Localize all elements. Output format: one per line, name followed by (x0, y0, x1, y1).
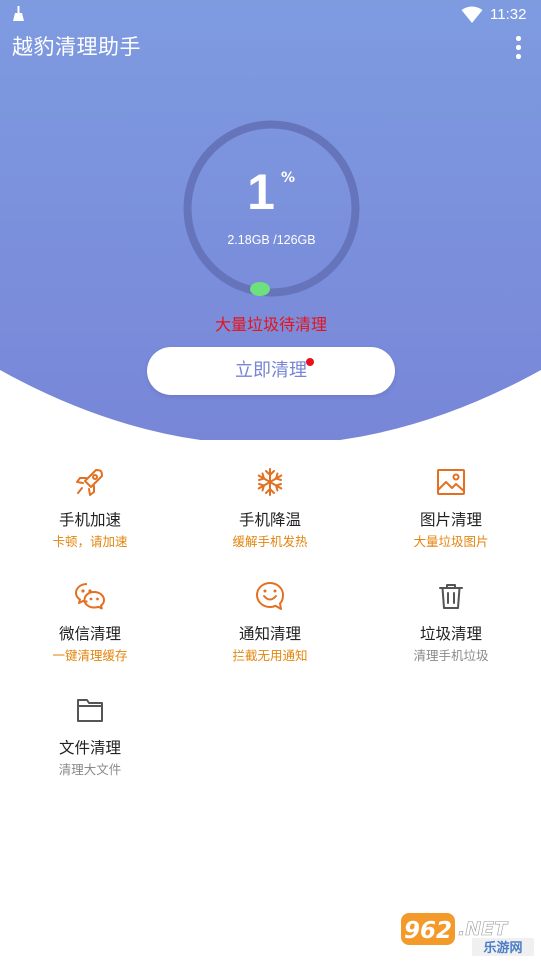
feature-name: 手机降温 (238, 511, 301, 529)
image-icon (437, 469, 465, 495)
ring-progress-indicator (250, 282, 270, 296)
svg-text:乐游网: 乐游网 (483, 940, 522, 956)
svg-text:962: 962 (404, 918, 452, 944)
wechat-icon (75, 583, 105, 610)
feature-name: 文件清理 (58, 739, 121, 757)
wifi-icon (461, 6, 483, 23)
storage-usage-text: 2.18GB /126GB (227, 233, 316, 247)
app-title: 越豹清理助手 (12, 35, 141, 59)
broom-icon (12, 6, 25, 25)
svg-text:.NET: .NET (458, 918, 509, 940)
rocket-icon (76, 469, 103, 496)
feature-subtitle: 一键清理缓存 (52, 648, 128, 663)
feature-name: 通知清理 (238, 625, 301, 643)
feature-subtitle: 清理手机垃圾 (413, 648, 489, 663)
trash-icon (439, 584, 463, 609)
feature-name: 手机加速 (58, 511, 121, 529)
feature-subtitle: 大量垃圾图片 (413, 534, 489, 549)
feature-name: 微信清理 (58, 625, 121, 643)
percent-symbol: % (281, 170, 296, 186)
status-bar: 11:32 (0, 0, 541, 30)
folder-icon (77, 699, 103, 722)
feature-subtitle: 缓解手机发热 (232, 534, 308, 549)
notification-dot (306, 358, 314, 366)
feature-name: 垃圾清理 (419, 625, 482, 643)
smile-chat-icon (256, 582, 284, 610)
junk-warning: 大量垃圾待清理 (214, 315, 327, 334)
feature-subtitle: 清理大文件 (58, 762, 122, 777)
feature-name: 图片清理 (419, 511, 482, 529)
feature-subtitle: 拦截无用通知 (232, 648, 308, 663)
more-vertical-icon[interactable] (509, 35, 529, 61)
snowflake-icon (257, 468, 283, 496)
feature-subtitle: 卡顿，请加速 (52, 534, 128, 549)
clean-now-button[interactable]: 立即清理 (147, 347, 395, 395)
watermark-logo: 962 .NET 乐游网 (401, 913, 534, 956)
clock-time: 11:32 (490, 6, 527, 23)
